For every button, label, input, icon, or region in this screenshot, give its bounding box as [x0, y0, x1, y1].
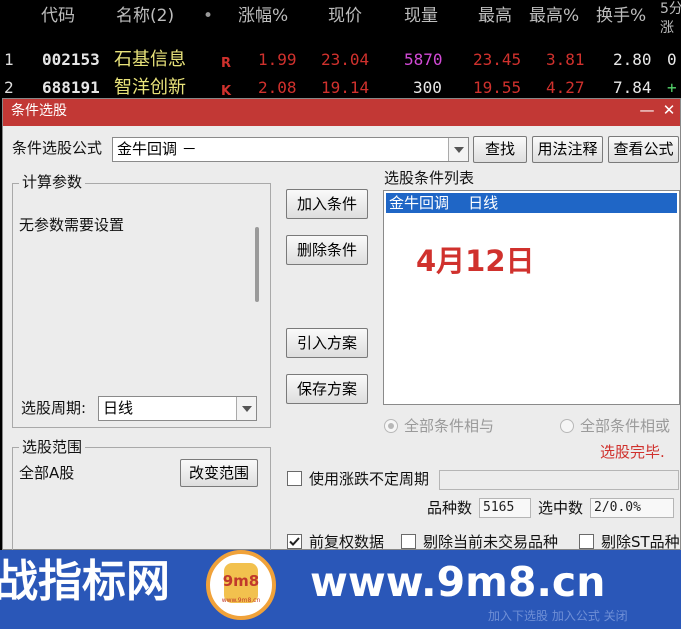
col-header-dot[interactable]: •	[203, 0, 213, 38]
params-scrollbar[interactable]	[255, 227, 259, 302]
add-condition-button[interactable]: 加入条件	[286, 189, 368, 219]
use-period-checkbox[interactable]	[287, 471, 302, 486]
condition-picker-dialog: 条件选股 — ✕ 条件选股公式 金牛回调 － 查找 用法注释 查看公式 计算参数…	[2, 98, 681, 557]
change-range-button[interactable]: 改变范围	[180, 459, 258, 487]
stock-volume: 5870	[404, 50, 443, 69]
table-row[interactable]: 1 002153 石基信息 R 1.99 23.04 5870 23.45 3.…	[0, 47, 681, 75]
stock-flag: R	[221, 56, 232, 71]
range-value: 全部A股	[19, 464, 75, 482]
banner-left-text: 战指标网	[0, 556, 170, 607]
period-range-field	[439, 470, 679, 490]
delete-condition-button[interactable]: 删除条件	[286, 235, 368, 265]
radio-all-or[interactable]	[560, 419, 574, 433]
dialog-title: 条件选股	[11, 103, 67, 119]
stock-change: 1.99	[258, 50, 297, 69]
col-header-high[interactable]: 最高	[478, 0, 512, 38]
radio-all-or-label: 全部条件相或	[580, 417, 671, 435]
col-header-5min-sub[interactable]: 涨	[660, 12, 674, 50]
stock-price: 23.04	[321, 50, 370, 69]
use-period-label: 使用涨跌不定周期	[309, 470, 430, 488]
stock-high-pct: 3.81	[546, 50, 585, 69]
close-icon[interactable]: ✕	[659, 99, 679, 124]
minimize-icon[interactable]: —	[637, 99, 657, 124]
col-header-high-pct[interactable]: 最高%	[529, 0, 579, 38]
radio-all-and[interactable]	[384, 419, 398, 433]
import-plan-button[interactable]: 引入方案	[286, 328, 368, 358]
date-annotation: 4月12日	[416, 244, 535, 278]
formula-value: 金牛回调 －	[117, 140, 197, 158]
range-group-title: 选股范围	[19, 438, 86, 456]
radio-all-and-label: 全部条件相与	[404, 417, 495, 435]
usage-notes-button[interactable]: 用法注释	[532, 136, 603, 163]
selected-value: 2/0.0%	[590, 498, 674, 518]
prior-adjust-label: 前复权数据	[309, 533, 385, 551]
col-header-change[interactable]: 涨幅%	[238, 0, 288, 38]
logo-text: 9m8	[222, 572, 260, 590]
dialog-titlebar[interactable]: 条件选股	[3, 99, 680, 126]
period-select[interactable]: 日线	[98, 396, 257, 421]
find-button[interactable]: 查找	[473, 136, 527, 163]
formula-select[interactable]: 金牛回调 －	[112, 137, 469, 162]
col-header-code[interactable]: 代码	[41, 0, 75, 38]
exclude-st-label: 剔除ST品种	[601, 533, 680, 551]
watermark-banner: 战指标网 9m8 www.9m8.cn www.9m8.cn 加入下选股 加入公…	[0, 550, 681, 629]
prior-adjust-checkbox[interactable]	[287, 534, 302, 549]
condition-list[interactable]: 金牛回调 日线 4月12日	[383, 190, 680, 405]
exclude-untraded-label: 剔除当前未交易品种	[423, 533, 559, 551]
chevron-down-icon[interactable]	[236, 397, 256, 420]
period-label: 选股周期:	[21, 399, 87, 417]
stock-name: 石基信息	[114, 49, 186, 70]
site-logo: 9m8 www.9m8.cn	[206, 550, 276, 620]
row-index: 1	[4, 50, 14, 69]
col-header-name[interactable]: 名称(2)	[116, 0, 174, 38]
logo-subtext: www.9m8.cn	[221, 597, 261, 604]
col-header-turnover[interactable]: 换手%	[596, 0, 646, 38]
selected-label: 选中数	[538, 499, 584, 517]
count-label: 品种数	[427, 499, 473, 517]
view-formula-button[interactable]: 查看公式	[608, 136, 679, 163]
stock-5min: 0	[667, 50, 677, 69]
stock-table: 代码 名称(2) • 涨幅% 现价 现量 最高 最高% 换手% 5分 涨 1 0…	[0, 0, 681, 99]
list-item[interactable]: 金牛回调 日线	[386, 193, 677, 213]
params-group-title: 计算参数	[19, 173, 86, 191]
status-text: 选股完毕.	[600, 443, 665, 461]
exclude-untraded-checkbox[interactable]	[401, 534, 416, 549]
stock-high: 23.45	[473, 50, 522, 69]
stock-code: 002153	[42, 50, 100, 69]
exclude-st-checkbox[interactable]	[579, 534, 594, 549]
col-header-volume[interactable]: 现量	[404, 0, 438, 38]
stock-turnover: 2.80	[613, 50, 652, 69]
save-plan-button[interactable]: 保存方案	[286, 374, 368, 404]
banner-faint-text: 加入下选股 加入公式 关闭	[488, 609, 628, 623]
col-header-price[interactable]: 现价	[328, 0, 362, 38]
chevron-down-icon[interactable]	[448, 138, 468, 161]
count-value: 5165	[479, 498, 531, 518]
condition-list-title: 选股条件列表	[384, 169, 475, 187]
check-icon	[289, 537, 300, 546]
period-value: 日线	[103, 399, 134, 417]
formula-label: 条件选股公式	[12, 139, 103, 157]
banner-url: www.9m8.cn	[310, 558, 606, 606]
params-text: 无参数需要设置	[19, 216, 125, 234]
